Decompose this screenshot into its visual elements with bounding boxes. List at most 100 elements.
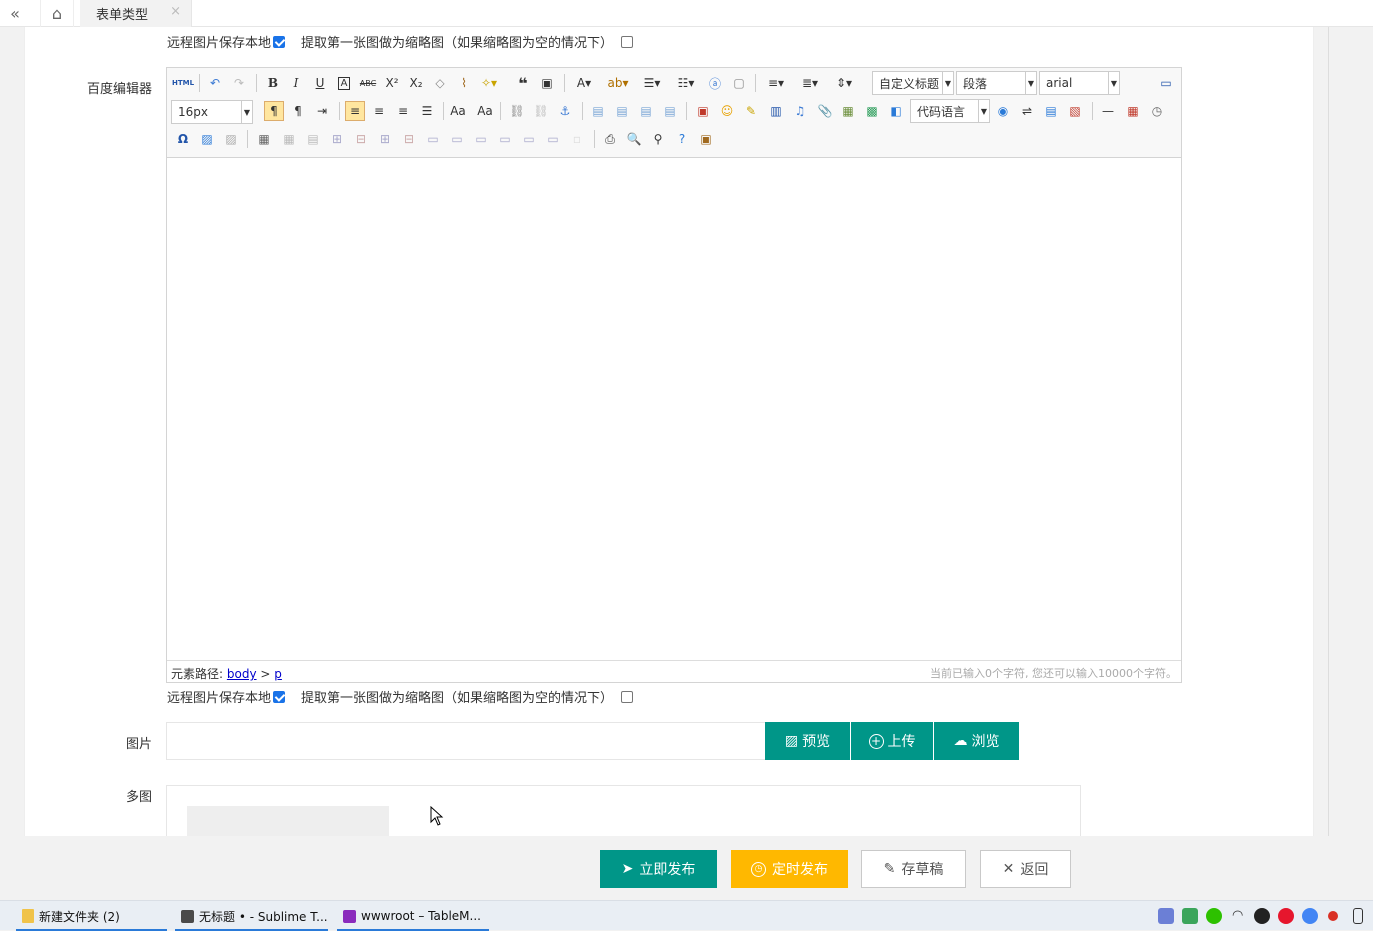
help-icon[interactable]: ? <box>672 129 692 149</box>
anchor-icon[interactable]: ⚓ <box>555 101 575 121</box>
ltr-direction-icon[interactable]: ¶ <box>264 101 284 121</box>
superscript-icon[interactable]: X² <box>382 73 402 93</box>
fullscreen-icon[interactable]: ▭ <box>1156 73 1176 93</box>
template-icon[interactable]: ▤ <box>1041 101 1061 121</box>
page-break-icon[interactable]: ⇌ <box>1017 101 1037 121</box>
tray-record-icon[interactable] <box>1328 911 1338 921</box>
emotion-icon[interactable]: ☺ <box>717 101 737 121</box>
search-replace-icon[interactable]: ⚲ <box>648 129 668 149</box>
chart-icon[interactable]: ▫ <box>567 129 587 149</box>
collapse-icon[interactable]: « <box>0 0 30 27</box>
image-map-icon[interactable]: ▦ <box>838 101 858 121</box>
clear-doc-icon[interactable]: ▢ <box>729 73 749 93</box>
align-left-icon[interactable]: ≡ <box>345 101 365 121</box>
multi-image-placeholder[interactable] <box>187 806 389 837</box>
battery-icon[interactable] <box>1353 908 1363 924</box>
preview-icon[interactable]: 🔍 <box>624 129 644 149</box>
undo-icon[interactable]: ↶ <box>205 73 225 93</box>
back-button[interactable]: ✕ 返回 <box>980 850 1071 888</box>
redo-icon[interactable]: ↷ <box>229 73 249 93</box>
image-none-icon[interactable]: ▤ <box>588 101 608 121</box>
editor-content-area[interactable] <box>167 159 1181 660</box>
insert-paragraph-before-table-icon[interactable]: ▤ <box>303 129 323 149</box>
insert-video-icon[interactable]: ▥ <box>766 101 786 121</box>
insert-row-icon[interactable]: ⊞ <box>327 129 347 149</box>
split-rows-icon[interactable]: ▭ <box>519 129 539 149</box>
image-preview-button[interactable]: ▨ 预览 <box>765 722 850 760</box>
tab-form-type[interactable]: 表单类型 × <box>80 0 192 27</box>
image-browse-button[interactable]: ☁ 浏览 <box>934 722 1019 760</box>
image-path-input[interactable] <box>166 722 766 760</box>
unlink-icon[interactable]: ⛓ <box>531 101 551 121</box>
split-cells-icon[interactable]: ▭ <box>495 129 515 149</box>
heading-select[interactable]: 自定义标题 ▼ <box>872 71 954 95</box>
tray-qq-icon[interactable] <box>1254 908 1270 924</box>
taskbar-item-folder[interactable]: 新建文件夹 (2) <box>16 901 167 931</box>
image-left-icon[interactable]: ▤ <box>612 101 632 121</box>
font-color-icon[interactable]: A▾ <box>571 73 597 93</box>
scrollbar-track[interactable] <box>1328 27 1329 836</box>
italic-icon[interactable]: I <box>286 73 306 93</box>
web-app-icon[interactable]: ◉ <box>993 101 1013 121</box>
lowercase-icon[interactable]: Aa <box>475 101 495 121</box>
close-icon[interactable]: × <box>170 4 181 19</box>
auto-format-icon[interactable]: ✧▾ <box>479 73 499 93</box>
merge-cells-icon[interactable]: ▭ <box>423 129 443 149</box>
thumbnail-checkbox[interactable] <box>621 690 634 703</box>
remote-save-checkbox[interactable] <box>273 35 286 48</box>
gmap-icon[interactable]: ▩ <box>862 101 882 121</box>
special-char-icon[interactable]: Ω <box>173 129 193 149</box>
tray-wechat-icon[interactable] <box>1206 908 1222 924</box>
scrawl-icon[interactable]: ✎ <box>741 101 761 121</box>
bold-icon[interactable]: B <box>263 73 283 93</box>
thumbnail-checkbox[interactable] <box>621 35 634 48</box>
music-icon[interactable]: ♫ <box>790 101 810 121</box>
font-border-icon[interactable]: A <box>334 73 354 93</box>
rtl-direction-icon[interactable]: ¶ <box>288 101 308 121</box>
word-image-icon[interactable]: ▨ <box>197 129 217 149</box>
schedule-publish-button[interactable]: ◷ 定时发布 <box>731 850 848 888</box>
line-height-icon[interactable]: ⇕▾ <box>831 73 857 93</box>
delete-col-icon[interactable]: ⊟ <box>399 129 419 149</box>
blockquote-icon[interactable]: ❝ <box>513 73 533 93</box>
select-all-icon[interactable]: ⓐ <box>705 73 725 93</box>
ordered-list-icon[interactable]: ☰▾ <box>639 73 665 93</box>
underline-icon[interactable]: U <box>310 73 330 93</box>
tray-weibo-icon[interactable] <box>1278 908 1294 924</box>
remote-save-checkbox[interactable] <box>273 690 286 703</box>
drafts-icon[interactable]: ▣ <box>696 129 716 149</box>
save-draft-button[interactable]: ✎ 存草稿 <box>861 850 966 888</box>
word-import-icon[interactable]: ▨ <box>221 129 241 149</box>
merge-down-icon[interactable]: ▭ <box>471 129 491 149</box>
paste-text-icon[interactable]: ▣ <box>537 73 557 93</box>
insert-table-icon[interactable]: ▦ <box>254 129 274 149</box>
wifi-icon[interactable]: ◠ <box>1232 908 1248 924</box>
link-icon[interactable]: ⛓ <box>507 101 527 121</box>
paragraph-select[interactable]: 段落 ▼ <box>956 71 1037 95</box>
unordered-list-icon[interactable]: ☷▾ <box>673 73 699 93</box>
horizontal-rule-icon[interactable]: — <box>1098 101 1118 121</box>
align-center-icon[interactable]: ≡ <box>369 101 389 121</box>
path-body-link[interactable]: body <box>227 667 257 681</box>
strikethrough-icon[interactable]: ABC <box>358 73 378 93</box>
code-language-select[interactable]: 代码语言 ▼ <box>910 99 990 123</box>
tray-chat-icon[interactable] <box>1158 908 1174 924</box>
subscript-icon[interactable]: X₂ <box>406 73 426 93</box>
row-spacing-top-icon[interactable]: ≡▾ <box>763 73 789 93</box>
align-justify-icon[interactable]: ☰ <box>417 101 437 121</box>
split-cols-icon[interactable]: ▭ <box>543 129 563 149</box>
path-p-link[interactable]: p <box>274 667 282 681</box>
delete-row-icon[interactable]: ⊟ <box>351 129 371 149</box>
background-icon[interactable]: ▧ <box>1065 101 1085 121</box>
publish-now-button[interactable]: ➤ 立即发布 <box>600 850 717 888</box>
delete-table-icon[interactable]: ▦ <box>279 129 299 149</box>
font-family-select[interactable]: arial ▼ <box>1039 71 1120 95</box>
print-icon[interactable]: ⎙ <box>600 129 620 149</box>
align-right-icon[interactable]: ≡ <box>393 101 413 121</box>
date-icon[interactable]: ▦ <box>1123 101 1143 121</box>
row-spacing-bottom-icon[interactable]: ≣▾ <box>797 73 823 93</box>
attachment-icon[interactable]: 📎 <box>815 101 835 121</box>
eraser-icon[interactable]: ◇ <box>430 73 450 93</box>
taskbar-item-sublime[interactable]: 无标题 • - Sublime T... <box>175 901 328 931</box>
font-size-select[interactable]: 16px ▼ <box>171 100 253 124</box>
